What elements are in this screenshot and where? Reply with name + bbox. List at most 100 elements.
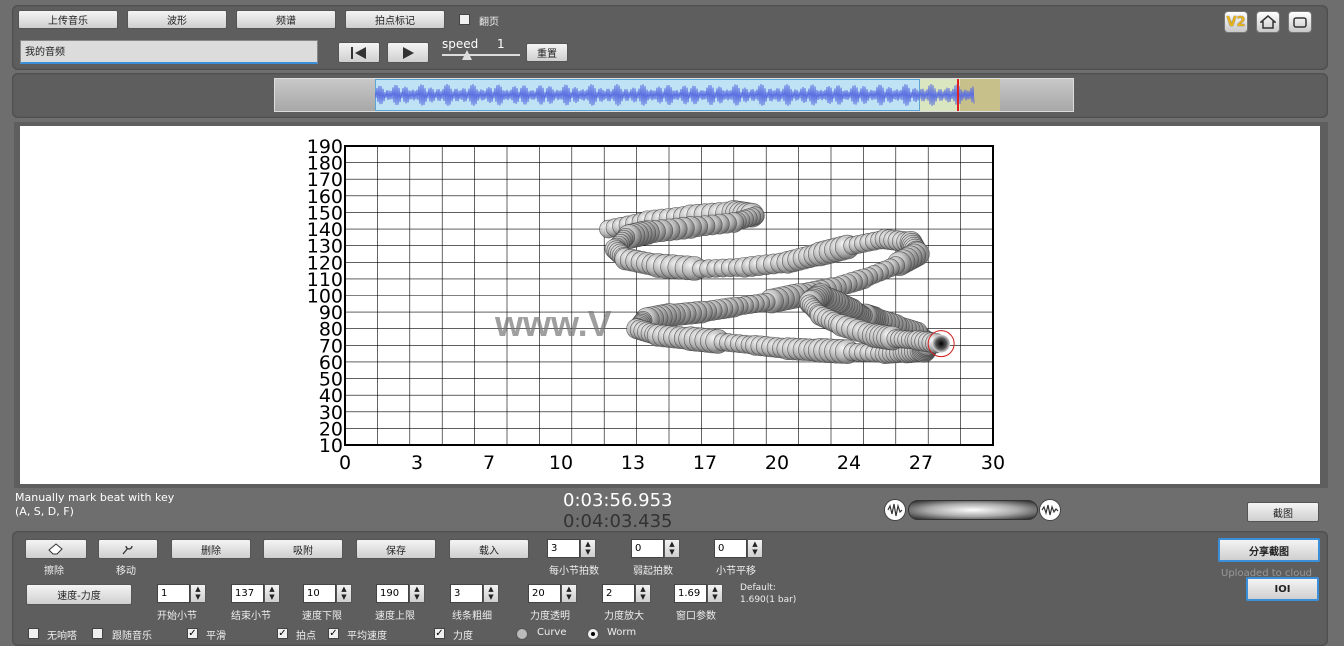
volume-slider[interactable]: [884, 498, 1062, 524]
follow-music-label: 跟随音乐: [112, 631, 152, 642]
start-bar-value[interactable]: 1: [157, 584, 190, 603]
x-tick-label: 7: [483, 452, 495, 474]
speed-lower-stepper[interactable]: 10 ▲ ▼: [303, 584, 352, 603]
speed-upper-value[interactable]: 190: [376, 584, 409, 603]
bar-shift-label: 小节平移: [716, 566, 756, 577]
speed-value: 1: [497, 37, 505, 51]
worm-label: Worm: [607, 627, 637, 638]
fullscreen-button[interactable]: [1288, 11, 1312, 33]
x-tick-label: 0: [339, 452, 351, 474]
no-metronome-checkbox[interactable]: [28, 628, 39, 639]
beats-per-bar-arrows[interactable]: ▲ ▼: [580, 539, 596, 558]
instruction-line-2: (A, S, D, F): [15, 505, 74, 518]
home-button[interactable]: [1256, 11, 1280, 33]
dynamics-checkbox[interactable]: ✓: [434, 628, 445, 639]
follow-music-checkbox[interactable]: [92, 628, 103, 639]
volume-track[interactable]: [908, 500, 1038, 520]
dyn-transparency-stepper[interactable]: 20 ▲ ▼: [528, 584, 577, 603]
volume-high-icon: [1039, 499, 1061, 521]
play-icon: [403, 46, 414, 59]
x-tick-label: 10: [549, 452, 573, 474]
window-param-value[interactable]: 1.69: [674, 584, 707, 603]
speed-upper-stepper[interactable]: 190 ▲ ▼: [376, 584, 425, 603]
tempo-dynamics-button[interactable]: 速度-力度: [26, 584, 132, 605]
reset-button[interactable]: 重置: [526, 43, 568, 62]
beat-mark-button[interactable]: 拍点标记: [345, 10, 445, 29]
x-tick-label: 24: [837, 452, 861, 474]
line-width-arrows[interactable]: ▲ ▼: [483, 584, 499, 603]
pickup-arrows[interactable]: ▲ ▼: [664, 539, 680, 558]
speed-upper-label: 速度上限: [375, 611, 415, 622]
speed-upper-arrows[interactable]: ▲ ▼: [409, 584, 425, 603]
default-info-line-1: Default:: [740, 583, 776, 593]
avg-speed-checkbox[interactable]: ✓: [328, 628, 339, 639]
dyn-transparency-arrows[interactable]: ▲ ▼: [561, 584, 577, 603]
eraser-icon: [48, 543, 63, 555]
move-button[interactable]: [98, 539, 158, 559]
beats-per-bar-stepper[interactable]: 3 ▲ ▼: [547, 539, 596, 558]
tempo-worm-chart[interactable]: www.V 1901801701601501401301201101009080…: [20, 126, 1320, 484]
bar-shift-stepper[interactable]: 0 ▲ ▼: [714, 539, 763, 558]
end-bar-stepper[interactable]: 137 ▲ ▼: [231, 584, 280, 603]
start-bar-stepper[interactable]: 1 ▲ ▼: [157, 584, 206, 603]
v2-button[interactable]: V2: [1224, 11, 1248, 33]
start-bar-label: 开始小节: [157, 611, 197, 622]
line-width-stepper[interactable]: 3 ▲ ▼: [450, 584, 499, 603]
bar-shift-arrows[interactable]: ▲ ▼: [747, 539, 763, 558]
move-icon: [122, 545, 133, 555]
speed-lower-value[interactable]: 10: [303, 584, 336, 603]
attach-button[interactable]: 吸附: [263, 539, 343, 559]
speed-lower-arrows[interactable]: ▲ ▼: [336, 584, 352, 603]
delete-button[interactable]: 删除: [171, 539, 251, 559]
volume-low-icon: [884, 499, 906, 521]
worm-radio[interactable]: [587, 628, 599, 640]
playhead-marker[interactable]: [957, 79, 959, 111]
dyn-zoom-stepper[interactable]: 2 ▲ ▼: [602, 584, 651, 603]
beat-point-label: 拍点: [296, 631, 316, 642]
line-width-value[interactable]: 3: [450, 584, 483, 603]
end-bar-label: 结束小节: [231, 611, 271, 622]
dyn-zoom-arrows[interactable]: ▲ ▼: [635, 584, 651, 603]
skip-back-button[interactable]: [338, 42, 380, 63]
screenshot-button[interactable]: 截图: [1247, 502, 1319, 522]
window-param-stepper[interactable]: 1.69 ▲ ▼: [674, 584, 723, 603]
dyn-transparency-value[interactable]: 20: [528, 584, 561, 603]
end-bar-value[interactable]: 137: [231, 584, 264, 603]
window-param-label: 窗口参数: [676, 611, 716, 622]
default-info-line-2: 1.690(1 bar): [740, 595, 797, 605]
line-width-label: 线条粗细: [452, 611, 492, 622]
erase-button[interactable]: [25, 539, 87, 559]
beats-per-bar-value[interactable]: 3: [547, 539, 580, 558]
ioi-button[interactable]: IOI: [1246, 577, 1319, 601]
curve-radio[interactable]: [516, 628, 528, 640]
dyn-transparency-label: 力度透明: [530, 611, 570, 622]
audio-name-field[interactable]: 我的音频: [20, 40, 318, 64]
waveform-overview[interactable]: [274, 78, 1074, 112]
start-bar-arrows[interactable]: ▲ ▼: [190, 584, 206, 603]
page-turn-checkbox[interactable]: [459, 14, 470, 25]
speed-slider-thumb[interactable]: [462, 50, 472, 60]
speed-lower-label: 速度下限: [302, 611, 342, 622]
skip-back-icon: [351, 46, 366, 59]
v2-label: V2: [1226, 14, 1246, 30]
pickup-stepper[interactable]: 0 ▲ ▼: [631, 539, 680, 558]
fullscreen-icon: [1293, 17, 1307, 28]
share-screenshot-button[interactable]: 分享截图: [1218, 538, 1320, 562]
smooth-checkbox[interactable]: ✓: [187, 628, 198, 639]
upload-music-button[interactable]: 上传音乐: [18, 10, 118, 29]
save-button[interactable]: 保存: [356, 539, 436, 559]
window-param-arrows[interactable]: ▲ ▼: [707, 584, 723, 603]
spectrum-button[interactable]: 频谱: [236, 10, 336, 29]
dyn-zoom-value[interactable]: 2: [602, 584, 635, 603]
play-button[interactable]: [387, 42, 429, 63]
waveform-button[interactable]: 波形: [127, 10, 227, 29]
beat-point-checkbox[interactable]: ✓: [277, 628, 288, 639]
speed-slider[interactable]: [442, 54, 520, 56]
x-tick-label: 13: [621, 452, 645, 474]
home-icon: [1260, 15, 1276, 29]
load-button[interactable]: 载入: [449, 539, 529, 559]
pickup-value[interactable]: 0: [631, 539, 664, 558]
bar-shift-value[interactable]: 0: [714, 539, 747, 558]
curve-label: Curve: [537, 627, 567, 638]
end-bar-arrows[interactable]: ▲ ▼: [264, 584, 280, 603]
